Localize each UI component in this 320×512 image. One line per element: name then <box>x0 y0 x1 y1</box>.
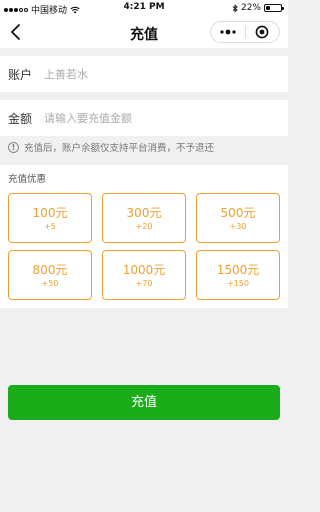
info-icon: ! <box>8 141 19 153</box>
offer-bonus: +50 <box>41 279 59 288</box>
offer-option[interactable]: 800元 +50 <box>8 250 92 300</box>
offer-option[interactable]: 1000元 +70 <box>102 250 186 300</box>
account-label: 账户 <box>8 67 33 82</box>
amount-row: 金额 <box>0 100 288 136</box>
bluetooth-icon <box>232 3 238 13</box>
offer-bonus: +20 <box>135 222 153 231</box>
mini-program-capsule <box>210 21 280 43</box>
status-right: 22% <box>232 3 284 13</box>
recharge-notice: ! 充值后，账户余额仅支持平台消费，不予退还 <box>0 136 288 158</box>
battery-percent: 22% <box>240 3 261 13</box>
notice-text: 充值后，账户余额仅支持平台消费，不予退还 <box>24 143 215 154</box>
offer-amount: 1000元 <box>122 263 166 277</box>
offer-bonus: +5 <box>44 222 56 231</box>
offer-option[interactable]: 500元 +30 <box>196 193 280 243</box>
close-circle-icon <box>255 25 269 39</box>
status-bar: 中国移动 4:21 PM 22% <box>0 0 288 16</box>
offer-option[interactable]: 100元 +5 <box>8 193 92 243</box>
battery-icon <box>264 4 284 12</box>
nav-bar: 充值 <box>0 16 288 48</box>
offer-bonus: +30 <box>229 222 247 231</box>
offer-amount: 300元 <box>126 206 162 220</box>
offer-amount: 800元 <box>32 263 68 277</box>
offer-amount: 100元 <box>32 206 68 220</box>
offer-bonus: +150 <box>227 279 249 288</box>
amount-input[interactable] <box>44 111 264 125</box>
amount-label: 金额 <box>8 111 33 126</box>
offer-bonus: +70 <box>135 279 153 288</box>
offer-amount: 500元 <box>220 206 256 220</box>
close-button[interactable] <box>246 22 280 42</box>
offer-amount: 1500元 <box>216 263 260 277</box>
account-value: 上善若水 <box>44 68 88 81</box>
offers-title: 充值优惠 <box>8 174 47 185</box>
offer-option[interactable]: 1500元 +150 <box>196 250 280 300</box>
offers-panel: 充值优惠 100元 +5 300元 +20 500元 +30 800元 +50 … <box>0 165 288 308</box>
recharge-submit-button[interactable]: 充值 <box>8 385 280 420</box>
more-button[interactable] <box>211 22 245 42</box>
offer-option[interactable]: 300元 +20 <box>102 193 186 243</box>
more-dots-icon <box>220 29 236 35</box>
account-row: 账户 上善若水 <box>0 56 288 92</box>
